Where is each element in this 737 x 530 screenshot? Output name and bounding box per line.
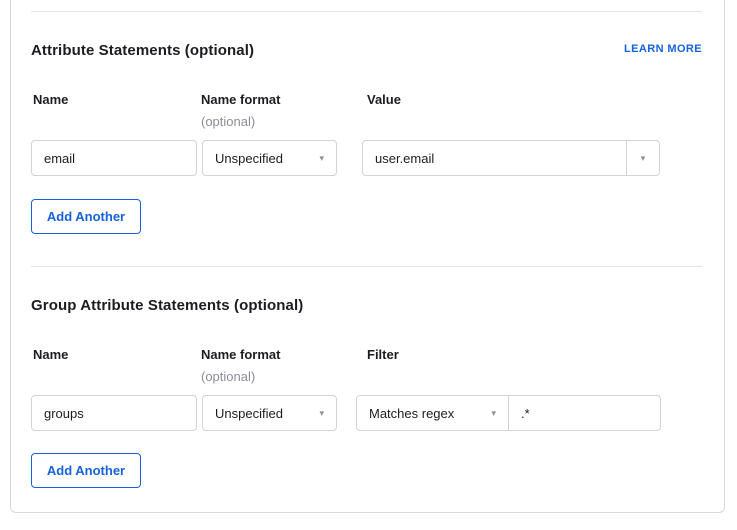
group-filter-type-selected-value: Matches regex xyxy=(369,406,454,421)
chevron-down-icon: ▾ xyxy=(491,409,496,418)
attr-value-group: ▾ xyxy=(362,140,660,176)
group-filter-value-input[interactable] xyxy=(509,396,660,430)
attr-value-dropdown-toggle[interactable]: ▾ xyxy=(626,141,659,175)
saml-settings-panel: Attribute Statements (optional) LEARN MO… xyxy=(0,0,737,530)
settings-card xyxy=(10,0,725,513)
chevron-down-icon: ▾ xyxy=(319,409,324,418)
section-divider xyxy=(31,266,702,267)
col-header-name: Name xyxy=(33,92,68,107)
add-another-group-attribute-button[interactable]: Add Another xyxy=(31,453,141,488)
col-header-name-format-hint: (optional) xyxy=(201,114,255,129)
attr-name-format-selected-value: Unspecified xyxy=(215,151,283,166)
col-header-name-format-hint: (optional) xyxy=(201,369,255,384)
attr-value-input[interactable] xyxy=(363,141,626,175)
attr-name-input[interactable] xyxy=(31,140,197,176)
group-name-input[interactable] xyxy=(31,395,197,431)
group-filter-group: Matches regex ▾ xyxy=(356,395,661,431)
add-another-attribute-button[interactable]: Add Another xyxy=(31,199,141,234)
learn-more-link[interactable]: LEARN MORE xyxy=(624,43,702,55)
attr-name-format-select[interactable]: Unspecified ▾ xyxy=(202,140,337,176)
section-divider xyxy=(31,11,702,12)
chevron-down-icon: ▾ xyxy=(319,154,324,163)
col-header-name-format: Name format xyxy=(201,347,280,362)
col-header-name-format: Name format xyxy=(201,92,280,107)
col-header-name: Name xyxy=(33,347,68,362)
col-header-filter: Filter xyxy=(367,347,399,362)
group-name-format-select[interactable]: Unspecified ▾ xyxy=(202,395,337,431)
col-header-value: Value xyxy=(367,92,401,107)
attribute-statements-heading: Attribute Statements (optional) xyxy=(31,42,254,59)
group-filter-type-select[interactable]: Matches regex ▾ xyxy=(357,396,509,430)
group-attribute-statements-heading: Group Attribute Statements (optional) xyxy=(31,297,303,314)
chevron-down-icon: ▾ xyxy=(641,154,646,163)
group-name-format-selected-value: Unspecified xyxy=(215,406,283,421)
